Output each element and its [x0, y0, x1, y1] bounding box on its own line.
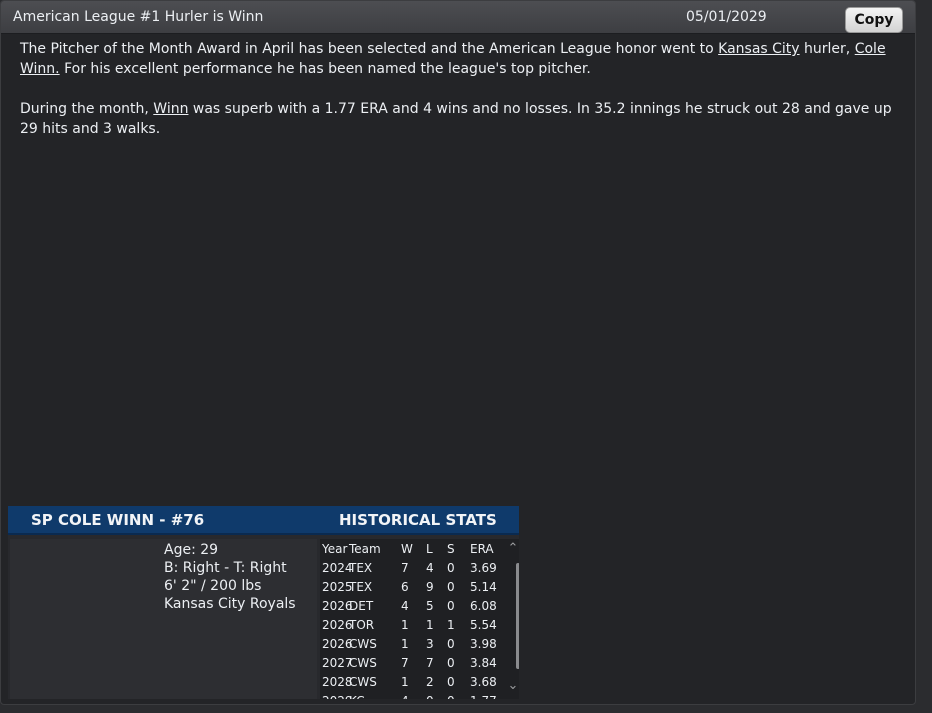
stats-cell-year: 2024	[322, 561, 353, 575]
stats-cell-team: KC	[349, 694, 365, 699]
paragraph-text: The Pitcher of the Month Award in April …	[20, 41, 719, 57]
stats-cell-team: CWS	[349, 637, 377, 651]
player-age: Age: 29	[164, 542, 219, 558]
copy-button[interactable]: Copy	[845, 7, 903, 33]
stats-cell-era: 3.84	[470, 656, 497, 670]
stats-cell-wins: 1	[401, 675, 409, 689]
stats-cell-year: 2026	[322, 599, 353, 613]
stats-cell-team: TEX	[349, 561, 373, 575]
stats-cell-era: 3.98	[470, 637, 497, 651]
player-bats-throws: B: Right - T: Right	[164, 560, 287, 576]
player-card: SP COLE WINN - #76 HISTORICAL STATS Age:…	[8, 506, 519, 699]
stats-cell-losses: 4	[426, 561, 434, 575]
news-article-window: American League #1 Hurler is Winn 05/01/…	[0, 0, 916, 705]
paragraph-text: During the month,	[20, 101, 154, 117]
article-paragraph-1: The Pitcher of the Month Award in April …	[20, 39, 900, 79]
stats-cell-saves: 0	[447, 580, 455, 594]
stats-cell-saves: 0	[447, 637, 455, 651]
stats-cell-saves: 0	[447, 694, 455, 699]
stats-cell-era: 3.69	[470, 561, 497, 575]
player-link-winn[interactable]: Winn	[153, 101, 188, 117]
article-paragraph-2: During the month, Winn was superb with a…	[20, 99, 900, 139]
player-name-title[interactable]: SP COLE WINN - #76	[31, 511, 204, 529]
historical-stats-title: HISTORICAL STATS	[339, 511, 497, 529]
player-team: Kansas City Royals	[164, 596, 296, 612]
stats-cell-team: CWS	[349, 675, 377, 689]
stats-cell-team: CWS	[349, 656, 377, 670]
article-date: 05/01/2029	[686, 9, 767, 25]
stats-cell-wins: 4	[401, 599, 409, 613]
stats-cell-saves: 1	[447, 618, 455, 632]
stats-cell-era: 1.77	[470, 694, 497, 699]
stats-cell-losses: 7	[426, 656, 434, 670]
stats-header-team[interactable]: Team	[349, 542, 381, 556]
stats-cell-year: 2029	[322, 694, 353, 699]
stats-cell-losses: 0	[426, 694, 434, 699]
stats-cell-saves: 0	[447, 599, 455, 613]
stats-cell-losses: 1	[426, 618, 434, 632]
stats-cell-losses: 5	[426, 599, 434, 613]
stats-header-saves[interactable]: S	[447, 542, 455, 556]
paragraph-text: For his excellent performance he has bee…	[59, 61, 591, 77]
historical-stats-table: Year Team W L S ERA 2024 TEX 7 4 0 3.69 2025 TEX 6 9 0 5.…	[320, 539, 519, 699]
stats-cell-year: 2027	[322, 656, 353, 670]
stats-header-wins[interactable]: W	[401, 542, 413, 556]
stats-cell-team: TEX	[349, 580, 373, 594]
stats-cell-year: 2025	[322, 580, 353, 594]
article-titlebar: American League #1 Hurler is Winn 05/01/…	[1, 1, 915, 34]
stats-cell-year: 2026	[322, 637, 353, 651]
stats-cell-losses: 2	[426, 675, 434, 689]
stats-cell-wins: 7	[401, 656, 409, 670]
stats-cell-losses: 9	[426, 580, 434, 594]
player-bio: Age: 29 B: Right - T: Right 6' 2" / 200 …	[10, 539, 317, 699]
chevron-up-icon[interactable]: ⌃	[506, 542, 519, 556]
stats-scrollbar[interactable]	[516, 563, 519, 669]
stats-cell-wins: 6	[401, 580, 409, 594]
stats-cell-saves: 0	[447, 675, 455, 689]
team-link-kansas-city[interactable]: Kansas City	[718, 41, 799, 57]
stats-cell-wins: 7	[401, 561, 409, 575]
article-body: The Pitcher of the Month Award in April …	[20, 39, 900, 159]
article-headline: American League #1 Hurler is Winn	[13, 9, 264, 25]
stats-cell-year: 2028	[322, 675, 353, 689]
player-card-header: SP COLE WINN - #76 HISTORICAL STATS	[8, 506, 519, 535]
stats-cell-wins: 4	[401, 694, 409, 699]
paragraph-text: hurler,	[799, 41, 855, 57]
stats-cell-team: DET	[349, 599, 374, 613]
chevron-down-icon[interactable]: ⌄	[506, 679, 519, 693]
stats-cell-losses: 3	[426, 637, 434, 651]
stats-cell-era: 5.14	[470, 580, 497, 594]
player-height-weight: 6' 2" / 200 lbs	[164, 578, 262, 594]
stats-cell-era: 6.08	[470, 599, 497, 613]
stats-header-losses[interactable]: L	[426, 542, 433, 556]
stats-cell-team: TOR	[349, 618, 375, 632]
stats-cell-wins: 1	[401, 637, 409, 651]
stats-header-year[interactable]: Year	[322, 542, 347, 556]
stats-cell-saves: 0	[447, 656, 455, 670]
stats-cell-wins: 1	[401, 618, 409, 632]
stats-cell-saves: 0	[447, 561, 455, 575]
stats-cell-era: 3.68	[470, 675, 497, 689]
stats-cell-year: 2026	[322, 618, 353, 632]
stats-cell-era: 5.54	[470, 618, 497, 632]
stats-header-era[interactable]: ERA	[470, 542, 494, 556]
